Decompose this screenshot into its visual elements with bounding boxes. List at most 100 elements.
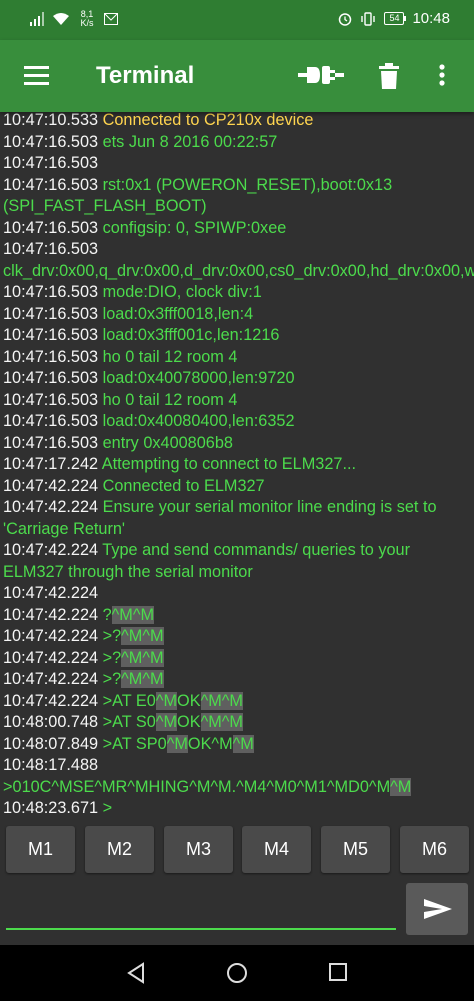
control-chars: ^M^M: [121, 648, 164, 667]
line-timestamp: 10:48:07.849: [3, 734, 103, 753]
line-message: >AT S0: [102, 713, 156, 731]
macro-button-m4[interactable]: M4: [242, 826, 311, 873]
more-options-button[interactable]: [438, 60, 446, 95]
send-input[interactable]: [6, 886, 396, 930]
macro-bar: M1 M2 M3 M4 M5 M6: [0, 826, 474, 874]
control-chars: ^M: [390, 777, 412, 796]
terminal-line: 10:48:00.748 >AT S0^MOK^M^M: [3, 712, 471, 734]
control-chars: ^M^M: [200, 713, 243, 731]
wifi-icon: [53, 13, 69, 25]
line-message: configsip: 0, SPIWP:0xee: [102, 218, 287, 237]
terminal-line: 10:47:16.503 mode:DIO, clock div:1: [3, 282, 471, 304]
line-message: Connected to CP210x device: [102, 112, 314, 129]
terminal-output[interactable]: 10:47:10.533 Connected to CP210x device 1…: [0, 112, 474, 820]
line-timestamp: 10:47:42.224: [3, 670, 103, 688]
terminal-line: 10:47:16.503 ets Jun 8 2016 00:22:57: [3, 132, 471, 154]
macro-button-m1[interactable]: M1: [6, 826, 75, 873]
line-timestamp: 10:47:16.503: [3, 132, 103, 151]
line-timestamp: 10:47:17.242: [3, 455, 102, 473]
line-timestamp: 10:47:16.503: [3, 175, 103, 194]
back-icon: [127, 962, 144, 984]
line-timestamp: 10:48:17.488: [3, 756, 99, 774]
line-message: OK: [177, 713, 201, 731]
menu-button[interactable]: [24, 66, 49, 86]
terminal-line: 10:47:16.503 load:0x40080400,len:6352: [3, 411, 471, 433]
line-timestamp: 10:47:16.503: [3, 218, 103, 237]
network-speed: 8,1 K/s: [76, 10, 98, 28]
terminal-line: 10:48:23.671 >: [3, 798, 471, 820]
control-chars: ^M^M: [121, 670, 164, 688]
line-timestamp: 10:47:42.224: [3, 476, 103, 495]
line-message: >AT SP0: [102, 734, 167, 753]
terminal-lines: 10:47:10.533 Connected to CP210x device 1…: [3, 112, 474, 820]
terminal-line: 10:47:42.224: [3, 583, 471, 605]
nav-back-button[interactable]: [126, 962, 146, 989]
home-icon: [227, 963, 247, 983]
line-timestamp: 10:47:42.224: [3, 541, 103, 559]
line-timestamp: 10:47:16.503: [3, 304, 103, 323]
terminal-line: 10:47:10.533 Connected to CP210x device: [3, 112, 471, 132]
battery-icon: 54: [384, 12, 407, 25]
line-message: ho 0 tail 12 room 4: [102, 347, 238, 366]
line-message: load:0x3fff0018,len:4: [102, 304, 254, 323]
line-timestamp: 10:47:16.503: [3, 283, 103, 301]
control-chars: ^M: [155, 713, 178, 731]
line-timestamp: 10:47:16.503: [3, 433, 103, 452]
terminal-line: 10:47:16.503 load:0x3fff0018,len:4: [3, 304, 471, 326]
nav-recents-button[interactable]: [328, 962, 348, 987]
control-chars: ^M: [155, 691, 178, 710]
menu-icon-bar: [24, 66, 49, 69]
menu-icon-bar: [24, 74, 49, 77]
vibrate-icon: [361, 11, 376, 26]
line-message: Attempting to connect to ELM327...: [101, 455, 357, 473]
line-message: OK^M: [187, 734, 233, 753]
line-message: >AT E0: [102, 691, 156, 710]
line-timestamp: 10:47:10.533: [3, 112, 103, 129]
line-timestamp: 10:47:16.503: [3, 154, 99, 172]
control-chars: ^M: [166, 734, 188, 753]
terminal-line: 10:47:16.503 load:0x3fff001c,len:1216: [3, 325, 471, 347]
delete-button[interactable]: [378, 60, 400, 95]
status-bar: 8,1 K/s 54 10:48: [0, 0, 474, 40]
line-message: clk_drv:0x00,q_drv:0x00,d_drv:0x00,cs0_d…: [3, 261, 474, 280]
line-timestamp: 10:47:42.224: [3, 648, 103, 667]
terminal-line: 10:48:07.849 >AT SP0^MOK^M^M: [3, 734, 471, 756]
status-right: 54 10:48: [338, 10, 450, 27]
macro-button-m5[interactable]: M5: [321, 826, 390, 873]
nav-home-button[interactable]: [226, 962, 248, 989]
line-message: ?: [102, 605, 112, 624]
terminal-line: 10:47:16.503 rst:0x1 (POWERON_RESET),boo…: [3, 175, 471, 218]
control-chars: ^M: [232, 734, 254, 753]
line-timestamp: 10:47:16.503: [3, 369, 103, 387]
terminal-line: 10:47:16.503 clk_drv:0x00,q_drv:0x00,d_d…: [3, 239, 474, 282]
macro-button-m6[interactable]: M6: [400, 826, 469, 873]
line-message: load:0x40078000,len:9720: [102, 369, 295, 387]
terminal-line: 10:47:42.224 >AT E0^MOK^M^M: [3, 691, 471, 713]
control-chars: ^M^M: [200, 691, 243, 710]
connect-button[interactable]: [298, 60, 344, 95]
delete-icon: [379, 63, 399, 89]
status-left: 8,1 K/s: [30, 10, 118, 28]
terminal-line: 10:47:16.503: [3, 153, 471, 175]
battery-level: 54: [389, 13, 400, 23]
line-message: >?: [102, 627, 122, 645]
line-timestamp: 10:47:42.224: [3, 691, 103, 710]
page-title: Terminal: [96, 62, 195, 89]
line-message: load:0x40080400,len:6352: [102, 412, 295, 430]
line-message: Connected to ELM327: [102, 476, 265, 495]
macro-button-m3[interactable]: M3: [164, 826, 233, 873]
line-message: >?: [102, 670, 122, 688]
macro-button-m2[interactable]: M2: [85, 826, 154, 873]
line-timestamp: 10:47:16.503: [3, 390, 103, 409]
line-message: entry 0x400806b8: [102, 433, 233, 452]
terminal-line: 10:47:42.224 Type and send commands/ que…: [3, 540, 471, 583]
recents-icon: [329, 963, 347, 981]
send-row: [0, 880, 474, 940]
line-message: ho 0 tail 12 room 4: [102, 390, 238, 409]
send-button[interactable]: [406, 883, 468, 935]
send-icon: [424, 899, 452, 919]
terminal-line: 10:47:16.503 load:0x40078000,len:9720: [3, 368, 471, 390]
terminal-line: 10:47:42.224 >?^M^M: [3, 669, 471, 691]
more-vert-icon: [439, 64, 445, 86]
line-message: >?: [102, 648, 122, 667]
